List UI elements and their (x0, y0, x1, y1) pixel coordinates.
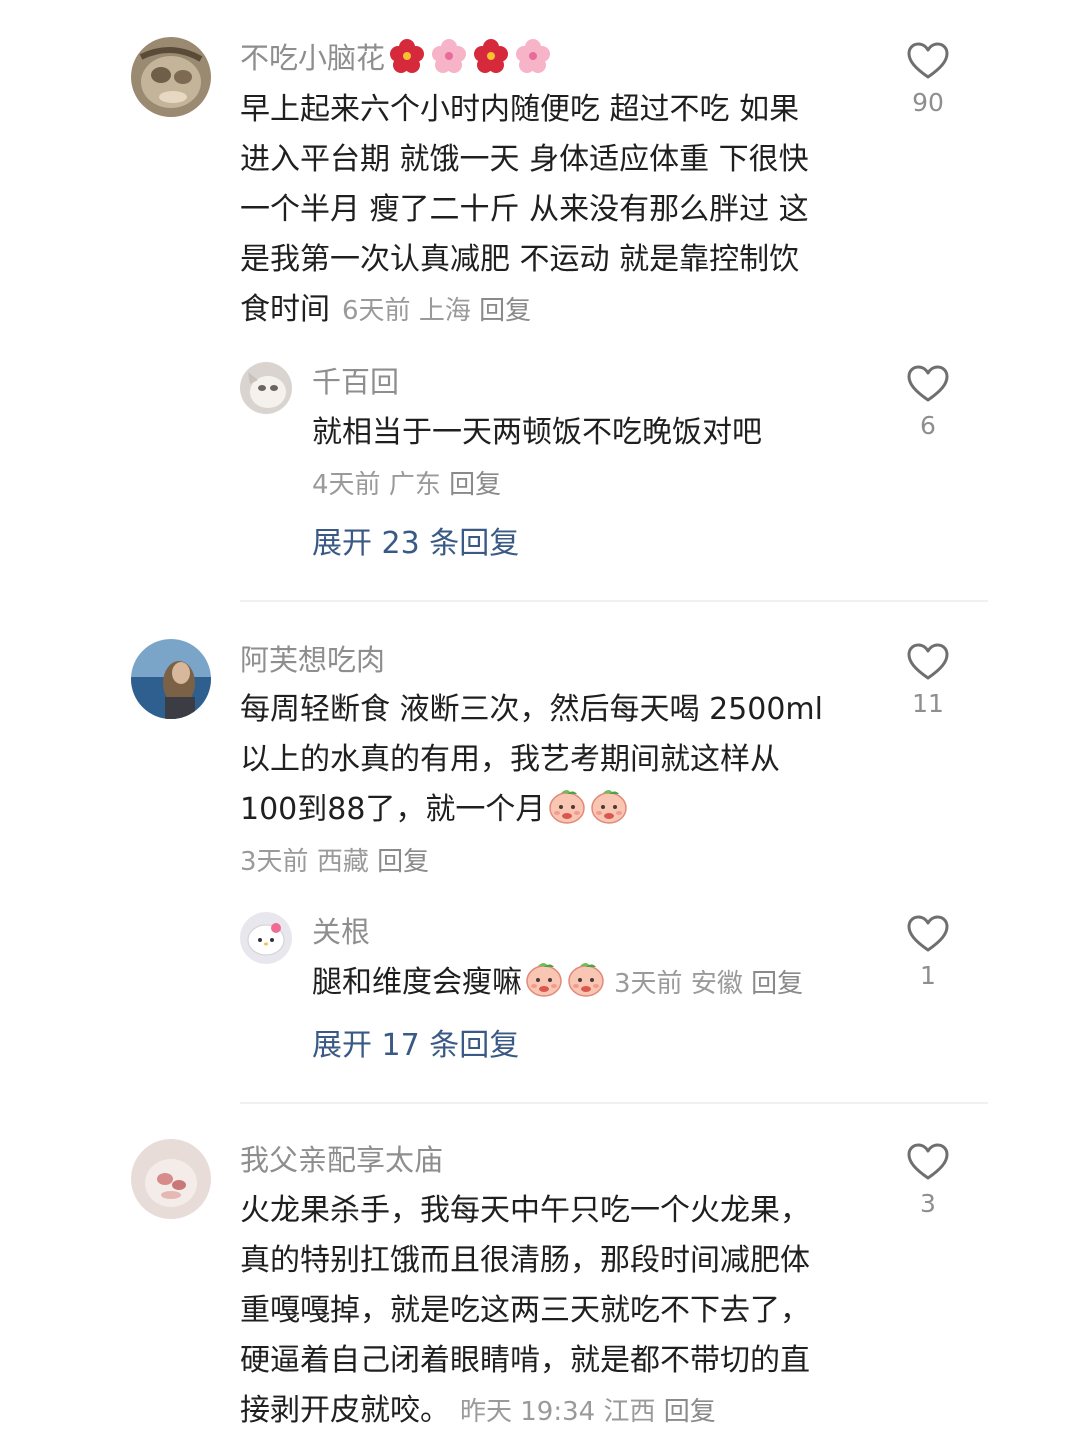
heart-outline-icon (907, 42, 949, 79)
username[interactable]: 关根 (312, 912, 370, 952)
like-count: 6 (920, 411, 936, 440)
reply-time: 4天前 (312, 470, 381, 500)
avatar[interactable] (131, 639, 211, 719)
comment-time: 6天前 (342, 296, 411, 326)
username[interactable]: 我父亲配享太庙 (240, 1140, 443, 1180)
comment-line: 重嘎嘎掉，就是吃这两三天就吃不下去了， (240, 1293, 810, 1328)
like-button[interactable]: 6 (898, 365, 958, 440)
like-count: 3 (920, 1189, 936, 1218)
comment-line: 一个半月 瘦了二十斤 从来没有那么胖过 这 (240, 192, 809, 227)
comment-line: 是我第一次认真减肥 不运动 就是靠控制饮 (240, 242, 800, 277)
like-count: 90 (912, 88, 944, 117)
avatar[interactable] (131, 37, 211, 117)
cherry-blossom-emoji (431, 38, 467, 74)
reply-text: 腿和维度会瘦嘛 3天前 安徽 回复 (312, 958, 803, 1009)
peach-face-emoji (589, 785, 629, 825)
comment-location: 上海 (418, 296, 471, 326)
reply-button[interactable]: 回复 (664, 1397, 716, 1427)
peach-face-emoji (524, 958, 564, 998)
expand-replies-button[interactable]: 展开 23 条回复 (312, 522, 519, 566)
heart-outline-icon (907, 915, 949, 952)
hibiscus-emoji (389, 38, 425, 74)
heart-outline-icon (907, 1143, 949, 1180)
reply-text: 就相当于一天两顿饭不吃晚饭对吧 (312, 415, 762, 450)
comment-location: 江西 (603, 1397, 656, 1427)
like-button[interactable]: 3 (898, 1143, 958, 1218)
like-count: 1 (920, 961, 936, 990)
like-button[interactable]: 1 (898, 915, 958, 990)
comment-line: 食时间 6天前 上海 回复 (240, 292, 532, 327)
reply-button[interactable]: 回复 (751, 969, 803, 999)
comment-line: 真的特别扛饿而且很清肠，那段时间减肥体 (240, 1243, 810, 1278)
comment-line: 以上的水真的有用，我艺考期间就这样从 (240, 742, 780, 777)
hibiscus-emoji (473, 38, 509, 74)
avatar[interactable] (240, 912, 292, 964)
reply-button[interactable]: 回复 (377, 847, 429, 877)
username[interactable]: 阿芙想吃肉 (240, 640, 385, 680)
comment-time: 3天前 (240, 847, 309, 877)
avatar[interactable] (131, 1139, 211, 1219)
peach-face-emoji (566, 958, 606, 998)
reply-location: 广东 (388, 470, 441, 500)
comment-line: 进入平台期 就饿一天 身体适应体重 下很快 (240, 142, 809, 177)
like-count: 11 (912, 689, 944, 718)
divider (240, 1102, 988, 1104)
divider (240, 600, 988, 602)
comment-line: 100到88了，就一个月 (240, 785, 823, 835)
comment-text: 早上起来六个小时内随便吃 超过不吃 如果 进入平台期 就饿一天 身体适应体重 下… (240, 85, 809, 336)
like-button[interactable]: 11 (898, 643, 958, 718)
comment-line: 硬逼着自己闭着眼睛啃，就是都不带切的直 (240, 1343, 810, 1378)
comment-text: 火龙果杀手，我每天中午只吃一个火龙果， 真的特别扛饿而且很清肠，那段时间减肥体 … (240, 1186, 810, 1437)
heart-outline-icon (907, 365, 949, 402)
comment-time: 昨天 19:34 (460, 1397, 596, 1427)
comment-line: 早上起来六个小时内随便吃 超过不吃 如果 (240, 92, 800, 127)
like-button[interactable]: 90 (898, 42, 958, 117)
reply-button[interactable]: 回复 (479, 296, 531, 326)
expand-replies-button[interactable]: 展开 17 条回复 (312, 1024, 519, 1068)
comment-location: 西藏 (316, 847, 369, 877)
avatar[interactable] (240, 362, 292, 414)
peach-face-emoji (547, 785, 587, 825)
reply-meta: 4天前 广东 回复 (312, 465, 501, 505)
reply-location: 安徽 (690, 969, 743, 999)
comment-text: 每周轻断食 液断三次，然后每天喝 2500ml 以上的水真的有用，我艺考期间就这… (240, 685, 823, 835)
comment-line: 接剥开皮就咬。 昨天 19:34 江西 回复 (240, 1393, 716, 1428)
heart-outline-icon (907, 643, 949, 680)
username[interactable]: 不吃小脑花 (240, 38, 551, 78)
comment-meta: 3天前 西藏 回复 (240, 842, 429, 882)
comment-line: 火龙果杀手，我每天中午只吃一个火龙果， (240, 1193, 810, 1228)
reply-button[interactable]: 回复 (449, 470, 501, 500)
reply-time: 3天前 (614, 969, 683, 999)
username[interactable]: 千百回 (312, 362, 399, 402)
cherry-blossom-emoji (515, 38, 551, 74)
comment-line: 每周轻断食 液断三次，然后每天喝 2500ml (240, 692, 823, 727)
